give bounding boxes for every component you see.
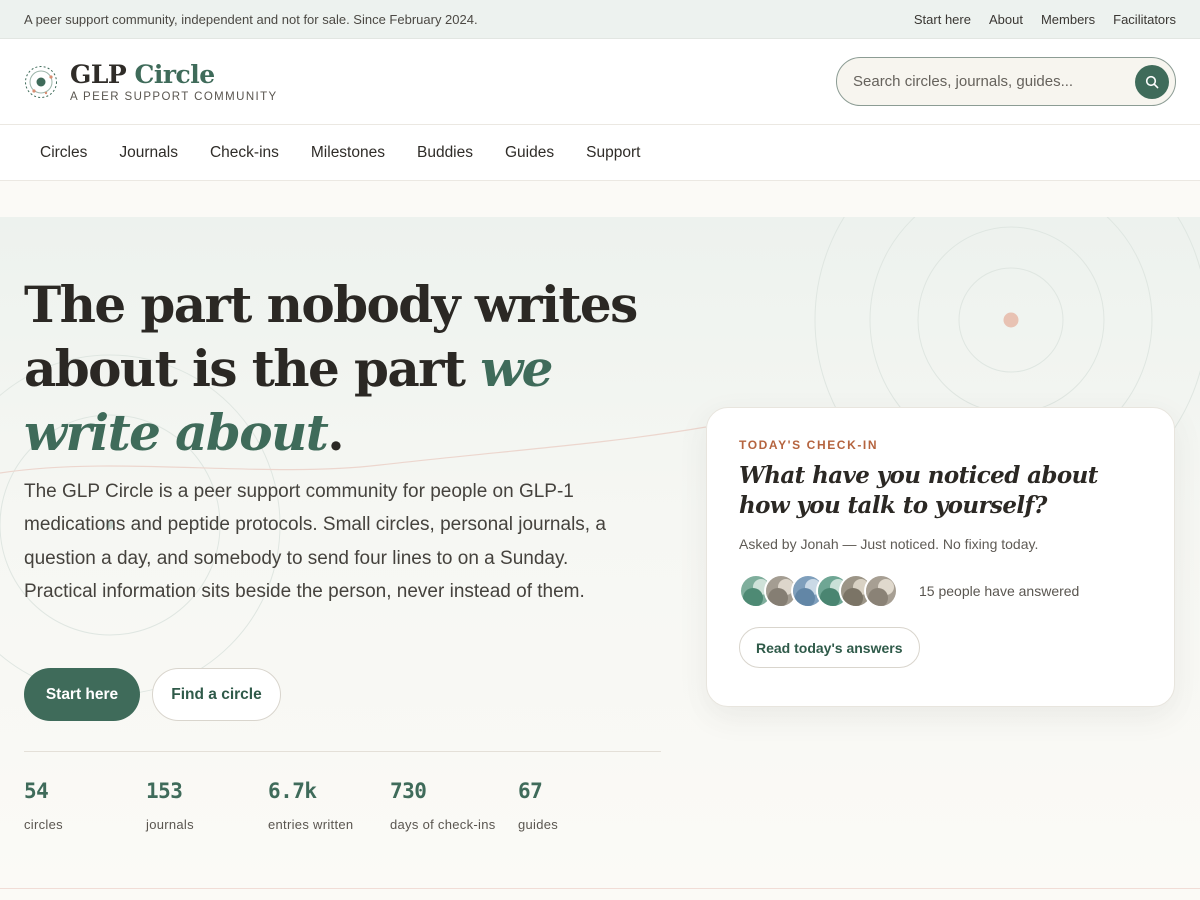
headline-period: . (327, 403, 344, 462)
main-nav: Circles Journals Check-ins Milestones Bu… (0, 125, 1200, 181)
nav-item-guides[interactable]: Guides (489, 125, 570, 181)
nav-item-support[interactable]: Support (570, 125, 656, 181)
stat-value: 67 (518, 779, 543, 803)
utility-links: Start here About Members Facilitators (914, 12, 1176, 27)
nav-item-buddies[interactable]: Buddies (401, 125, 489, 181)
search-button[interactable] (1135, 64, 1169, 99)
stat-entries: 6.7k entries written (268, 779, 353, 832)
stat-label: journals (146, 817, 194, 832)
todays-check-in-card: TODAY'S CHECK-IN What have you noticed a… (706, 407, 1175, 707)
stat-circles: 54 circles (24, 779, 63, 832)
stat-label: circles (24, 817, 63, 832)
stat-value: 54 (24, 779, 49, 803)
brand-home-link[interactable]: GLP Circle A PEER SUPPORT COMMUNITY (24, 61, 278, 103)
answerers-row: 15 people have answered (739, 574, 1142, 608)
stat-check-in-days: 730 days of check-ins (390, 779, 496, 832)
search-input[interactable] (853, 73, 1135, 90)
check-in-kicker: TODAY'S CHECK-IN (739, 438, 879, 452)
utility-link-members[interactable]: Members (1041, 12, 1095, 27)
nav-item-journals[interactable]: Journals (103, 125, 194, 181)
hero-section: The part nobody writes about is the part… (0, 217, 1200, 889)
check-in-question: What have you noticed about how you talk… (739, 462, 1098, 519)
brand-name: GLP Circle (70, 61, 278, 89)
utility-link-about[interactable]: About (989, 12, 1023, 27)
stat-label: entries written (268, 817, 354, 832)
find-circle-button[interactable]: Find a circle (152, 668, 281, 721)
start-here-button[interactable]: Start here (24, 668, 140, 721)
concentric-circle-logo-icon (25, 66, 57, 98)
brand-name-part1: GLP (70, 60, 127, 89)
utility-link-facilitators[interactable]: Facilitators (1113, 12, 1176, 27)
hero-headline: The part nobody writes about is the part… (24, 273, 664, 465)
stat-value: 153 (146, 779, 183, 803)
avatar (864, 574, 898, 608)
section-divider (0, 888, 1200, 889)
stats-divider (24, 751, 661, 752)
decorative-dot (1003, 312, 1019, 328)
stat-value: 6.7k (268, 779, 317, 803)
brand-tagline: A PEER SUPPORT COMMUNITY (70, 91, 278, 103)
stat-value: 730 (390, 779, 427, 803)
read-answers-button[interactable]: Read today's answers (739, 627, 920, 668)
nav-item-circles[interactable]: Circles (24, 125, 103, 181)
nav-item-check-ins[interactable]: Check-ins (194, 125, 295, 181)
check-in-asked-by: Asked by Jonah — Just noticed. No fixing… (739, 536, 1039, 552)
community-stats: 54 circles 153 journals 6.7k entries wri… (24, 779, 664, 849)
site-search (836, 57, 1176, 106)
answerer-avatars (739, 574, 899, 608)
announcement-text: A peer support community, independent an… (24, 11, 478, 27)
nav-item-milestones[interactable]: Milestones (295, 125, 401, 181)
stat-label: guides (518, 817, 559, 832)
stat-journals: 153 journals (146, 779, 194, 832)
site-header: GLP Circle A PEER SUPPORT COMMUNITY (0, 39, 1200, 125)
stat-label: days of check-ins (390, 817, 496, 832)
hero-lede: The GLP Circle is a peer support communi… (24, 481, 606, 602)
answered-count: 15 people have answered (919, 583, 1080, 599)
utility-link-start-here[interactable]: Start here (914, 12, 971, 27)
brand-name-part2: Circle (134, 60, 215, 89)
search-icon (1145, 75, 1159, 88)
top-announcement-bar: A peer support community, independent an… (0, 0, 1200, 39)
stat-guides: 67 guides (518, 779, 558, 832)
